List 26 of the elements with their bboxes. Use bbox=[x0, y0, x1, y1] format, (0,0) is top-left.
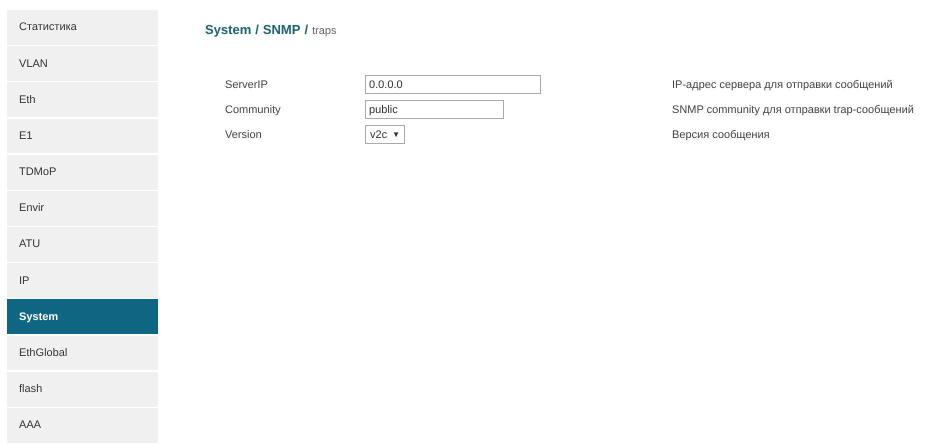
version-dropdown[interactable]: v2c ▼ bbox=[365, 125, 406, 144]
breadcrumb-link[interactable]: System bbox=[205, 22, 252, 37]
field-label: ServerIP bbox=[225, 78, 269, 90]
sidebar-item[interactable]: Eth bbox=[7, 82, 158, 118]
field-description: IP-адрес сервера для отправки сообщений bbox=[672, 78, 893, 90]
sidebar-item[interactable]: ATU bbox=[7, 227, 158, 262]
breadcrumb-link[interactable]: SNMP bbox=[262, 22, 300, 37]
sidebar-item[interactable]: AAA bbox=[7, 408, 158, 443]
sidebar-item[interactable]: flash bbox=[7, 372, 158, 407]
field-description: Версия сообщения bbox=[672, 128, 770, 140]
sidebar-item[interactable]: EthGlobal bbox=[7, 336, 158, 370]
sidebar-item[interactable]: E1 bbox=[7, 118, 158, 154]
input-field[interactable]: 0.0.0.0 bbox=[365, 75, 541, 94]
input-field[interactable]: public bbox=[365, 100, 504, 119]
sidebar-item[interactable]: IP bbox=[7, 263, 158, 298]
breadcrumb-separator: / bbox=[255, 22, 259, 37]
sidebar-item[interactable]: Статистика bbox=[7, 10, 158, 45]
current-page-text: traps bbox=[312, 25, 337, 37]
breadcrumb-separator: / bbox=[304, 22, 308, 37]
sidebar-item[interactable]: System bbox=[7, 299, 158, 334]
sidebar-item[interactable]: TDMoP bbox=[7, 154, 158, 190]
sidebar-item[interactable]: VLAN bbox=[7, 46, 158, 82]
field-label: Version bbox=[225, 128, 263, 140]
field-description: SNMP community для отправки trap-сообщений bbox=[672, 104, 914, 116]
sidebar-item[interactable]: Envir bbox=[7, 190, 158, 226]
field-label: Community bbox=[225, 104, 282, 116]
